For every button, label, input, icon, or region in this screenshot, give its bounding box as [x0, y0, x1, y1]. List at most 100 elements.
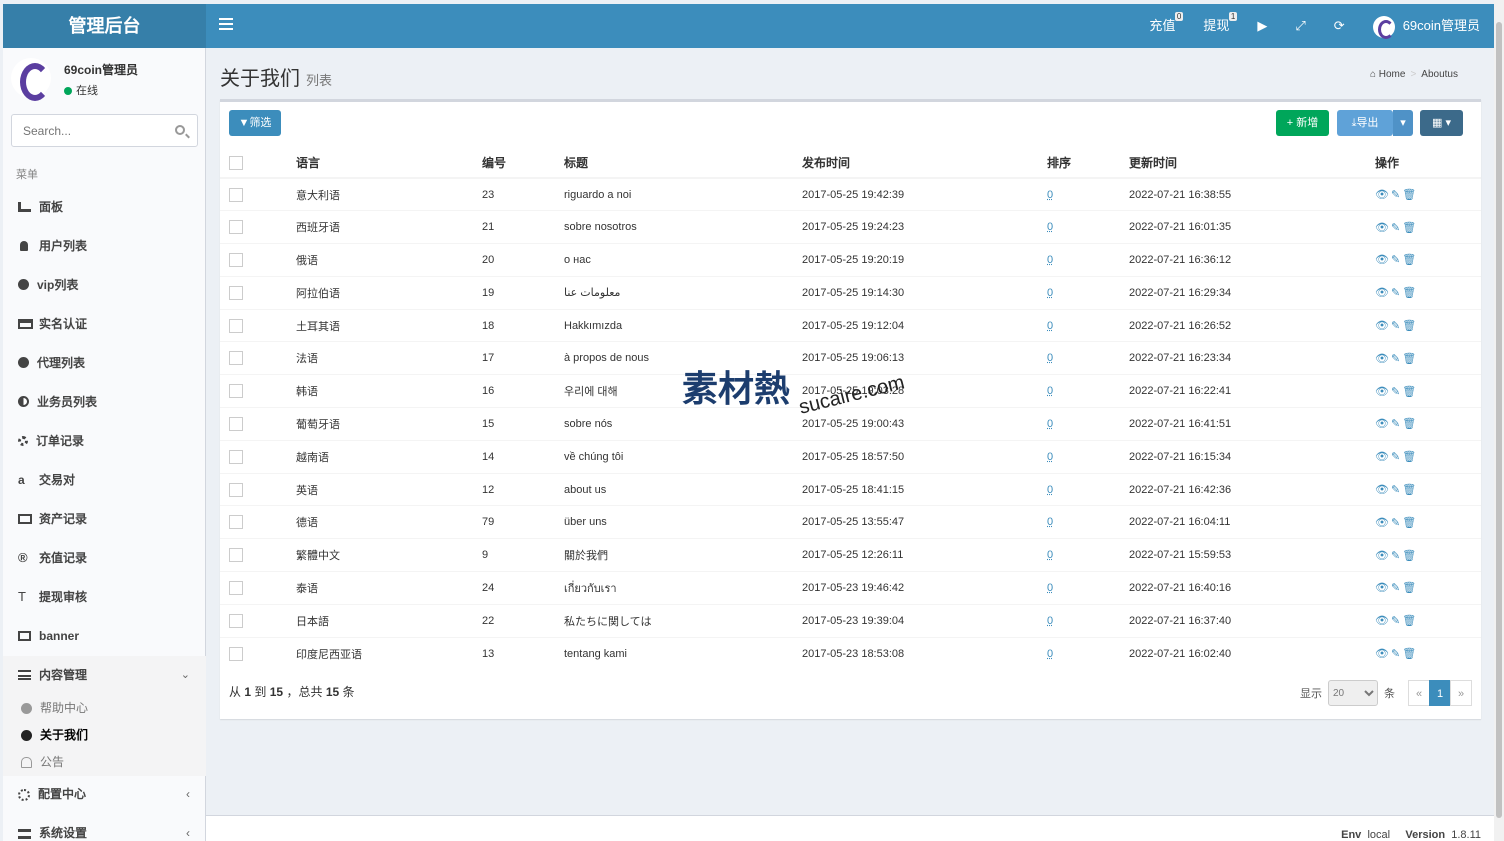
- sort-editable[interactable]: 0: [1047, 352, 1053, 364]
- row-checkbox[interactable]: [229, 220, 243, 234]
- column-header[interactable]: 发布时间: [802, 148, 1047, 178]
- row-checkbox[interactable]: [229, 384, 243, 398]
- sidebar-item-verification[interactable]: 实名认证: [3, 305, 206, 344]
- sort-editable[interactable]: 0: [1047, 582, 1053, 594]
- row-checkbox[interactable]: [229, 450, 243, 464]
- sidebar-item-orders[interactable]: 订单记录: [3, 422, 206, 461]
- view-icon[interactable]: 👁: [1375, 222, 1391, 234]
- columns-button[interactable]: ▦ ▾: [1420, 110, 1463, 136]
- edit-icon[interactable]: ✎: [1391, 451, 1402, 463]
- edit-icon[interactable]: ✎: [1391, 582, 1402, 594]
- sort-editable[interactable]: 0: [1047, 287, 1053, 299]
- delete-icon[interactable]: 🗑: [1402, 287, 1418, 299]
- delete-icon[interactable]: 🗑: [1402, 615, 1418, 627]
- view-icon[interactable]: 👁: [1375, 254, 1391, 266]
- sort-editable[interactable]: 0: [1047, 549, 1053, 561]
- view-icon[interactable]: 👁: [1375, 517, 1391, 529]
- view-icon[interactable]: 👁: [1375, 189, 1391, 201]
- edit-icon[interactable]: ✎: [1391, 386, 1402, 398]
- delete-icon[interactable]: 🗑: [1402, 418, 1418, 430]
- edit-icon[interactable]: ✎: [1391, 254, 1402, 266]
- play-icon[interactable]: ▶: [1243, 4, 1281, 48]
- sidebar-item-recharge[interactable]: ® 充值记录: [3, 539, 206, 578]
- view-icon[interactable]: 👁: [1375, 582, 1391, 594]
- delete-icon[interactable]: 🗑: [1402, 222, 1418, 234]
- export-dropdown-button[interactable]: ▾: [1393, 110, 1413, 136]
- view-icon[interactable]: 👁: [1375, 615, 1391, 627]
- row-checkbox[interactable]: [229, 581, 243, 595]
- delete-icon[interactable]: 🗑: [1402, 451, 1418, 463]
- delete-icon[interactable]: 🗑: [1402, 550, 1418, 562]
- page-button-current[interactable]: 1: [1429, 680, 1451, 706]
- row-checkbox[interactable]: [229, 286, 243, 300]
- sort-editable[interactable]: 0: [1047, 189, 1053, 201]
- sort-editable[interactable]: 0: [1047, 418, 1053, 430]
- export-button[interactable]: ⤓导出: [1337, 110, 1393, 136]
- sort-editable[interactable]: 0: [1047, 484, 1053, 496]
- sort-editable[interactable]: 0: [1047, 385, 1053, 397]
- recharge-link[interactable]: 充值 0: [1135, 4, 1189, 48]
- delete-icon[interactable]: 🗑: [1402, 189, 1418, 201]
- next-page-button[interactable]: »: [1450, 680, 1472, 706]
- scrollbar[interactable]: [1494, 0, 1504, 841]
- view-icon[interactable]: 👁: [1375, 287, 1391, 299]
- view-icon[interactable]: 👁: [1375, 320, 1391, 332]
- sort-editable[interactable]: 0: [1047, 516, 1053, 528]
- row-checkbox[interactable]: [229, 417, 243, 431]
- filter-button[interactable]: ▼筛选: [229, 110, 281, 136]
- row-checkbox[interactable]: [229, 188, 243, 202]
- edit-icon[interactable]: ✎: [1391, 418, 1402, 430]
- sort-editable[interactable]: 0: [1047, 451, 1053, 463]
- delete-icon[interactable]: 🗑: [1402, 484, 1418, 496]
- fullscreen-icon[interactable]: ⤢: [1281, 4, 1319, 48]
- add-button[interactable]: + 新增: [1276, 110, 1329, 136]
- view-icon[interactable]: 👁: [1375, 648, 1391, 660]
- view-icon[interactable]: 👁: [1375, 386, 1391, 398]
- row-checkbox[interactable]: [229, 515, 243, 529]
- delete-icon[interactable]: 🗑: [1402, 517, 1418, 529]
- delete-icon[interactable]: 🗑: [1402, 254, 1418, 266]
- search-input[interactable]: [12, 115, 162, 146]
- row-checkbox[interactable]: [229, 548, 243, 562]
- per-page-select[interactable]: 20: [1328, 680, 1378, 706]
- edit-icon[interactable]: ✎: [1391, 648, 1402, 660]
- sidebar-item-pairs[interactable]: a 交易对: [3, 461, 206, 500]
- edit-icon[interactable]: ✎: [1391, 517, 1402, 529]
- edit-icon[interactable]: ✎: [1391, 353, 1402, 365]
- delete-icon[interactable]: 🗑: [1402, 648, 1418, 660]
- sort-editable[interactable]: 0: [1047, 221, 1053, 233]
- sidebar-item-help[interactable]: 帮助中心: [3, 695, 206, 722]
- delete-icon[interactable]: 🗑: [1402, 386, 1418, 398]
- logo[interactable]: 管理后台: [3, 4, 206, 48]
- delete-icon[interactable]: 🗑: [1402, 320, 1418, 332]
- row-checkbox[interactable]: [229, 483, 243, 497]
- sidebar-item-agents[interactable]: 代理列表: [3, 344, 206, 383]
- sort-editable[interactable]: 0: [1047, 648, 1053, 660]
- row-checkbox[interactable]: [229, 253, 243, 267]
- select-all-checkbox[interactable]: [229, 156, 243, 170]
- row-checkbox[interactable]: [229, 319, 243, 333]
- row-checkbox[interactable]: [229, 647, 243, 661]
- sidebar-item-notice[interactable]: 公告: [3, 749, 206, 776]
- view-icon[interactable]: 👁: [1375, 550, 1391, 562]
- edit-icon[interactable]: ✎: [1391, 550, 1402, 562]
- delete-icon[interactable]: 🗑: [1402, 582, 1418, 594]
- edit-icon[interactable]: ✎: [1391, 222, 1402, 234]
- sidebar-toggle-icon[interactable]: [219, 18, 233, 33]
- sidebar-item-content[interactable]: 内容管理 ⌄: [3, 656, 206, 695]
- search-icon[interactable]: [175, 125, 185, 135]
- withdraw-link[interactable]: 提现 1: [1189, 4, 1243, 48]
- sidebar-item-sales[interactable]: 业务员列表: [3, 383, 206, 422]
- row-checkbox[interactable]: [229, 614, 243, 628]
- view-icon[interactable]: 👁: [1375, 451, 1391, 463]
- edit-icon[interactable]: ✎: [1391, 287, 1402, 299]
- edit-icon[interactable]: ✎: [1391, 484, 1402, 496]
- sidebar-item-users[interactable]: 用户列表: [3, 227, 206, 266]
- sort-editable[interactable]: 0: [1047, 320, 1053, 332]
- column-header[interactable]: 编号: [482, 148, 564, 178]
- view-icon[interactable]: 👁: [1375, 418, 1391, 430]
- breadcrumb-home[interactable]: Home: [1379, 69, 1406, 80]
- sidebar-item-dashboard[interactable]: 面板: [3, 188, 206, 227]
- sidebar-item-vip[interactable]: vip列表: [3, 266, 206, 305]
- delete-icon[interactable]: 🗑: [1402, 353, 1418, 365]
